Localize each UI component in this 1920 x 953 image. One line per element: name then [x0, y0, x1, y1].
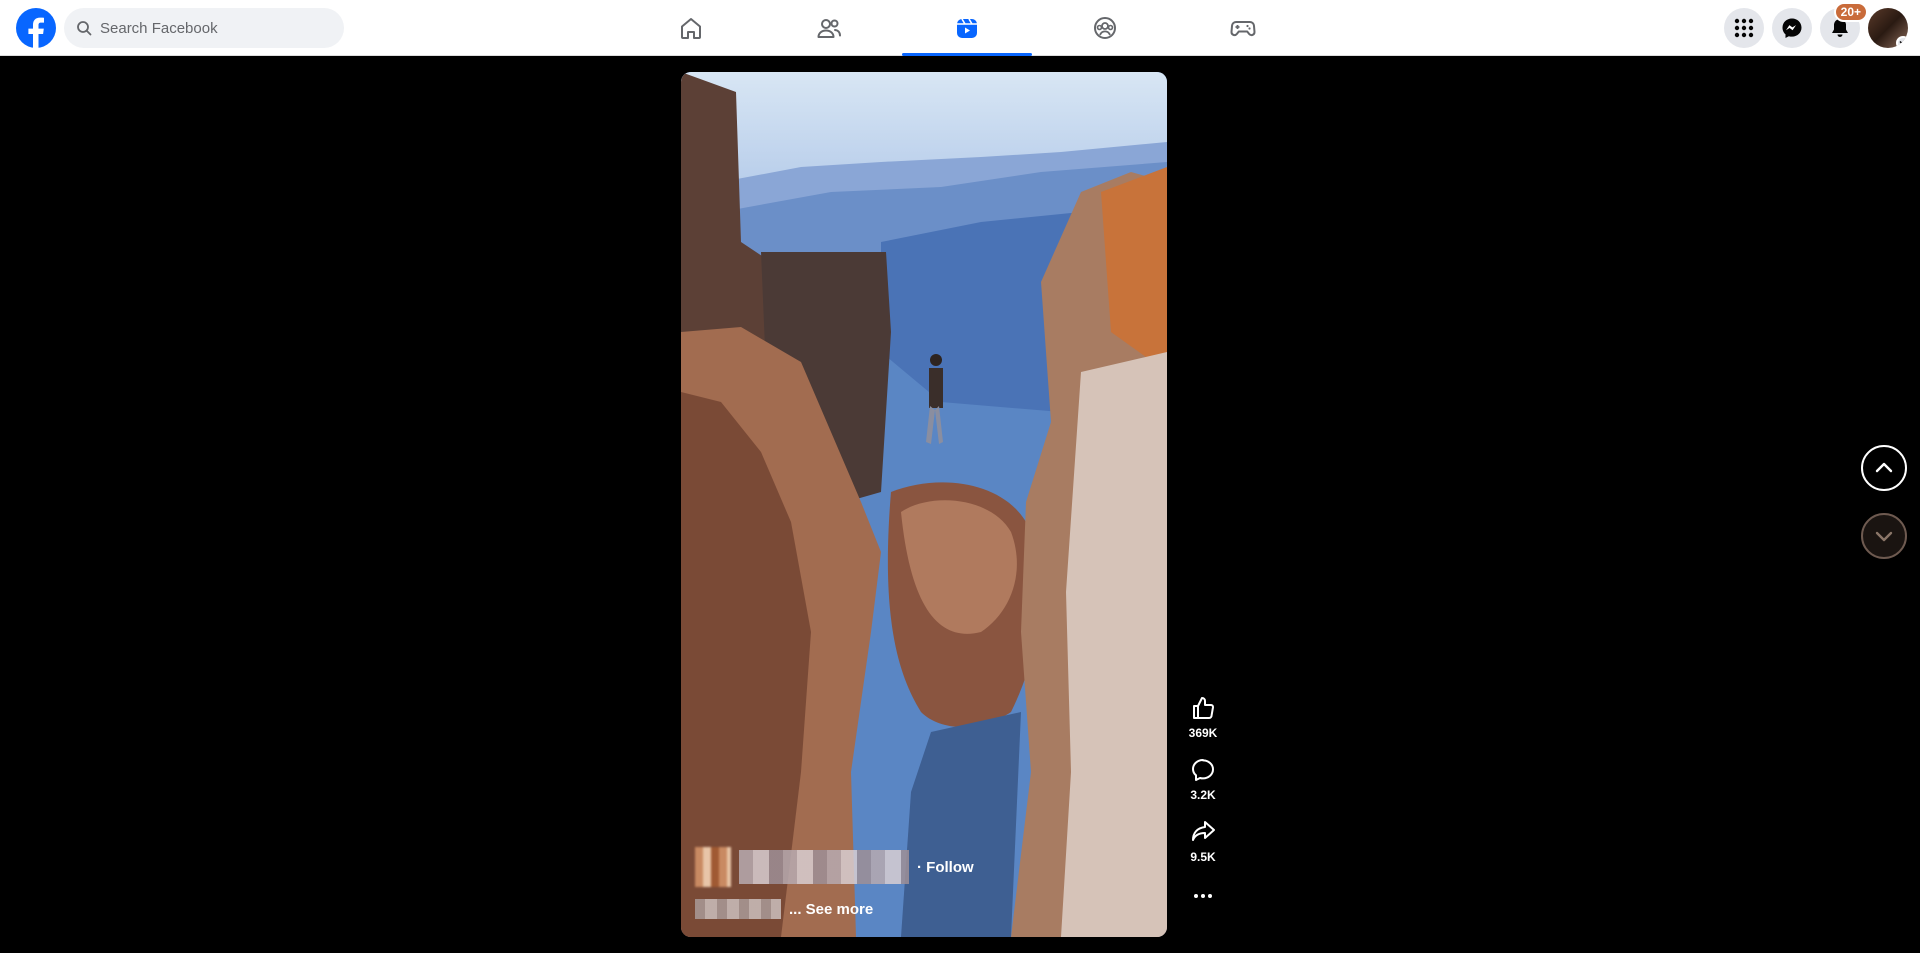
search-input[interactable]	[100, 19, 320, 37]
chevron-up-icon	[1875, 462, 1893, 473]
previous-reel-button[interactable]	[1861, 445, 1907, 491]
more-horizontal-icon	[1194, 894, 1212, 898]
top-navigation-bar: 20+	[0, 0, 1920, 56]
share-icon	[1192, 821, 1215, 841]
author-name-blurred[interactable]	[739, 850, 909, 884]
nav-reels[interactable]	[898, 0, 1036, 56]
menu-button[interactable]	[1724, 8, 1764, 48]
nav-groups[interactable]	[1036, 0, 1174, 56]
nav-home[interactable]	[622, 0, 760, 56]
chevron-down-icon	[1896, 36, 1908, 48]
reels-icon	[957, 18, 977, 38]
search-icon	[77, 21, 92, 36]
reel-video[interactable]: · Follow ... See more	[681, 72, 1167, 937]
notifications-button[interactable]: 20+	[1820, 2, 1868, 48]
reel-actions: 369K 3.2K 9.5K	[1180, 694, 1226, 926]
comment-count: 3.2K	[1190, 788, 1216, 802]
caption-text-blurred	[695, 899, 781, 919]
reel-video-frame	[681, 72, 1167, 937]
main-nav	[622, 0, 1312, 56]
messenger-button[interactable]	[1772, 8, 1812, 48]
like-count: 369K	[1188, 726, 1218, 740]
follow-button[interactable]: · Follow	[917, 859, 974, 876]
author-row: · Follow	[695, 847, 1153, 887]
nav-gaming[interactable]	[1174, 0, 1312, 56]
chevron-down-icon	[1875, 531, 1893, 542]
home-icon	[681, 18, 701, 39]
share-button[interactable]: 9.5K	[1189, 818, 1217, 864]
friends-icon	[817, 19, 841, 38]
grid-menu-icon	[1734, 18, 1754, 38]
account-avatar[interactable]	[1868, 8, 1908, 48]
more-options-button[interactable]	[1189, 882, 1217, 910]
header-right-controls: 20+	[1724, 2, 1908, 48]
reel-info: · Follow ... See more	[695, 847, 1153, 919]
nav-friends[interactable]	[760, 0, 898, 56]
see-more-link[interactable]: ... See more	[789, 901, 873, 918]
messenger-icon	[1782, 18, 1802, 38]
groups-icon	[1094, 17, 1116, 39]
facebook-f-icon	[28, 17, 44, 48]
caption-row: ... See more	[695, 899, 1153, 919]
gaming-icon	[1230, 21, 1256, 37]
thumbs-up-icon	[1193, 697, 1214, 720]
facebook-logo[interactable]	[16, 8, 56, 48]
share-count: 9.5K	[1190, 850, 1216, 864]
like-button[interactable]: 369K	[1188, 694, 1218, 740]
author-avatar[interactable]	[695, 847, 731, 887]
search-box[interactable]	[64, 8, 344, 48]
comment-button[interactable]: 3.2K	[1189, 756, 1217, 802]
comment-icon	[1192, 759, 1214, 781]
next-reel-button[interactable]	[1861, 513, 1907, 559]
notification-badge: 20+	[1833, 2, 1868, 22]
